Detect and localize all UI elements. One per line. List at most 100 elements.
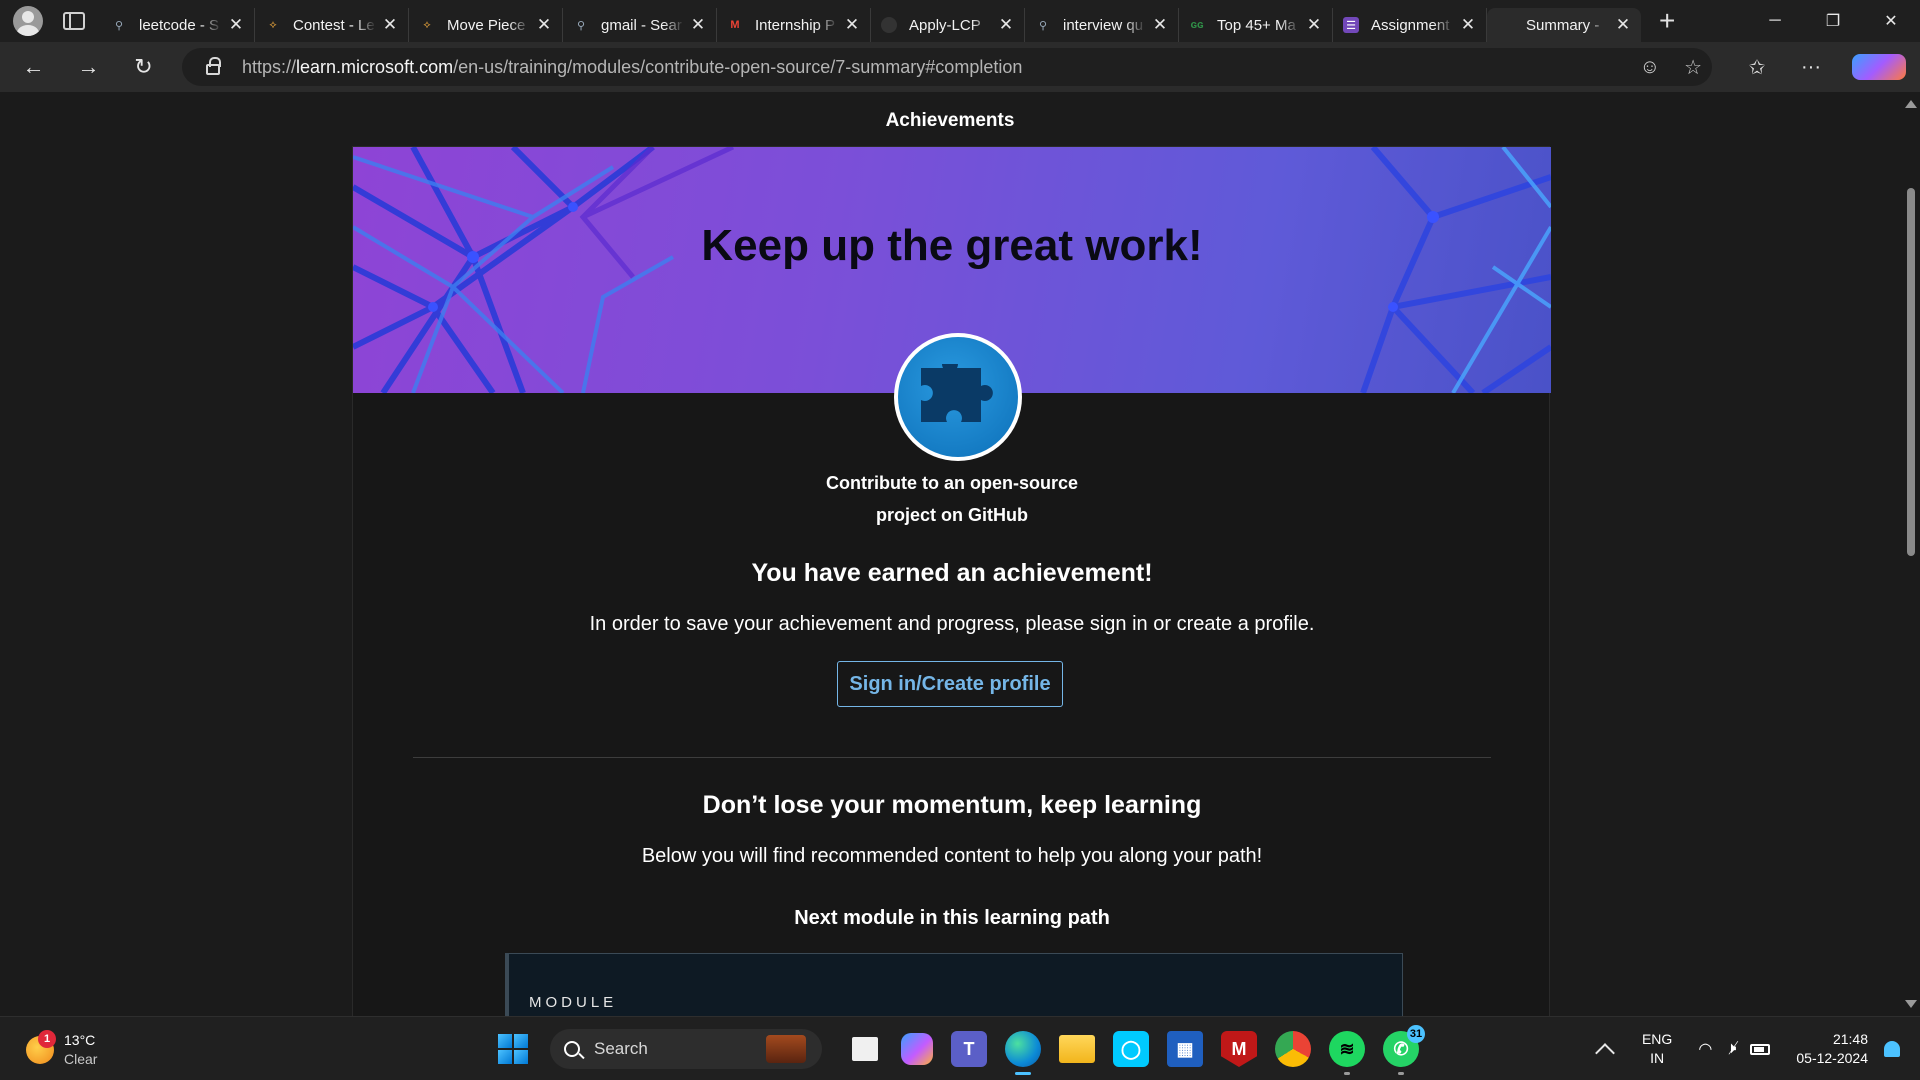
weather-temp: 13°C (64, 1032, 96, 1048)
achievement-card: Keep up the great work! Contribute to an… (352, 146, 1551, 1016)
tab-top-45[interactable]: ɢɢ Top 45+ Ma ✕ (1179, 8, 1333, 42)
whatsapp-icon[interactable]: ✆ 31 (1383, 1025, 1425, 1075)
close-tab-icon[interactable]: ✕ (1152, 15, 1168, 35)
lang-line1: ENG (1641, 1031, 1673, 1047)
new-tab-icon[interactable]: + (1659, 5, 1675, 37)
tab-title: Contest - Le (293, 16, 375, 34)
wifi-icon: ◠ (1698, 1041, 1713, 1058)
close-tab-icon[interactable]: ✕ (690, 15, 706, 35)
system-tray: ENG IN ◠ 🕨̸ 21:48 05-12-2024 (1595, 1017, 1920, 1080)
windows-start-icon[interactable] (498, 1034, 528, 1064)
tab-move-pieces[interactable]: ⟡ Move Piece ✕ (409, 8, 563, 42)
url-text[interactable]: https://learn.microsoft.com/en-us/traini… (242, 57, 1022, 78)
favorite-star-icon[interactable]: ☆ (1684, 55, 1702, 80)
scrollbar-thumb[interactable] (1907, 188, 1915, 556)
tab-list: ⚲ leetcode - S ✕ ⟡ Contest - Le ✕ ⟡ Move… (101, 0, 1641, 42)
lang-line2: IN (1650, 1050, 1665, 1066)
module-name-line1: Contribute to an open-source (826, 473, 1078, 493)
lock-icon[interactable] (206, 57, 221, 75)
file-explorer-icon[interactable] (1059, 1035, 1095, 1063)
close-tab-icon[interactable]: ✕ (844, 15, 860, 35)
gfg-icon: ɢɢ (1190, 19, 1204, 31)
navigation-bar: ← → ↻ https://learn.microsoft.com/en-us/… (0, 42, 1920, 92)
achievement-badge (894, 333, 1022, 461)
weather-widget[interactable]: 1 13°C Clear (26, 1030, 97, 1069)
tab-title: Assignment (1371, 16, 1450, 34)
tab-title: Summary - (1526, 16, 1600, 34)
tab-internship[interactable]: M Internship P ✕ (717, 8, 871, 42)
battery-icon (1750, 1043, 1771, 1055)
profile-avatar-icon[interactable] (13, 6, 43, 36)
tab-title: Internship P (755, 16, 836, 34)
search-icon (564, 1041, 580, 1057)
quick-settings[interactable]: ◠ 🕨̸ (1698, 1039, 1771, 1059)
taskbar-apps: Search T ◯ ▦ M ≋ ✆ 31 (498, 1025, 1428, 1075)
alexa-icon[interactable]: ◯ (1113, 1031, 1149, 1067)
favorites-icon[interactable]: ✩ (1730, 55, 1784, 80)
close-tab-icon[interactable]: ✕ (382, 15, 398, 35)
close-tab-icon[interactable]: ✕ (998, 15, 1014, 35)
weather-text: 13°C Clear (64, 1031, 97, 1069)
clock[interactable]: 21:48 05-12-2024 (1796, 1030, 1868, 1068)
edge-icon[interactable] (1005, 1031, 1041, 1075)
scroll-up-icon[interactable] (1905, 100, 1917, 108)
tab-title: interview qu (1063, 16, 1144, 34)
clock-time: 21:48 (1832, 1031, 1868, 1047)
hero-title: Keep up the great work! (701, 221, 1203, 270)
close-tab-icon[interactable]: ✕ (536, 15, 552, 35)
tab-summary[interactable]: Summary - ✕ (1487, 8, 1641, 42)
forward-icon[interactable]: → (61, 54, 116, 80)
tab-title: leetcode - S (139, 16, 220, 34)
tab-leetcode-search[interactable]: ⚲ leetcode - S ✕ (101, 8, 255, 42)
volume-muted-icon: 🕨̸ (1726, 1040, 1737, 1057)
save-progress-message: In order to save your achievement and pr… (589, 613, 1315, 635)
tab-title: Top 45+ Ma (1217, 16, 1296, 34)
copilot-app-icon[interactable] (901, 1033, 933, 1065)
reading-mode-icon[interactable]: ☺ (1640, 56, 1660, 79)
tab-interview-questions[interactable]: ⚲ interview qu ✕ (1025, 8, 1179, 42)
taskbar-search[interactable]: Search (550, 1029, 822, 1069)
notification-bell-icon[interactable] (1884, 1041, 1900, 1057)
close-tab-icon[interactable]: ✕ (1615, 15, 1631, 35)
puzzle-piece-icon (898, 337, 1018, 457)
close-tab-icon[interactable]: ✕ (1460, 15, 1476, 35)
show-hidden-icons-icon[interactable] (1595, 1043, 1615, 1063)
back-icon[interactable]: ← (6, 54, 61, 80)
sign-in-button[interactable]: Sign in/Create profile (837, 661, 1063, 707)
close-window-icon[interactable]: ✕ (1862, 11, 1920, 31)
tab-gmail-search[interactable]: ⚲ gmail - Sear ✕ (563, 8, 717, 42)
mcafee-icon[interactable]: M (1221, 1031, 1257, 1067)
microsoft-store-icon[interactable]: ▦ (1167, 1031, 1203, 1067)
leetcode-icon: ⟡ (423, 18, 431, 31)
more-options-icon[interactable]: ··· (1784, 56, 1838, 79)
language-indicator[interactable]: ENG IN (1642, 1030, 1672, 1068)
weather-sun-icon: 1 (26, 1030, 56, 1064)
chrome-icon[interactable] (1275, 1031, 1311, 1067)
close-tab-icon[interactable]: ✕ (1306, 15, 1322, 35)
next-module-card[interactable]: MODULE (505, 953, 1403, 1016)
taskbar: 1 13°C Clear Search T ◯ ▦ M ≋ ✆ 31 ENG I… (0, 1016, 1920, 1080)
close-tab-icon[interactable]: ✕ (228, 15, 244, 35)
address-bar[interactable]: https://learn.microsoft.com/en-us/traini… (182, 48, 1712, 86)
restore-icon[interactable]: ❐ (1804, 11, 1862, 31)
whatsapp-count-badge: 31 (1407, 1025, 1425, 1043)
scroll-down-icon[interactable] (1905, 1000, 1917, 1008)
teams-icon[interactable]: T (951, 1031, 987, 1067)
tab-apply-lcp[interactable]: Apply-LCP ✕ (871, 8, 1025, 42)
tab-assignment[interactable]: ☰ Assignment ✕ (1333, 8, 1487, 42)
copilot-icon[interactable] (1852, 54, 1906, 80)
achievements-heading: Achievements (885, 110, 1015, 131)
tab-contest[interactable]: ⟡ Contest - Le ✕ (255, 8, 409, 42)
search-highlight-image (766, 1035, 806, 1063)
task-view-icon[interactable] (852, 1037, 878, 1061)
leetcode-icon: ⟡ (269, 18, 277, 31)
github-icon (881, 17, 897, 33)
tab-title: Move Piece (447, 16, 526, 34)
refresh-icon[interactable]: ↻ (116, 54, 171, 80)
spotify-icon[interactable]: ≋ (1329, 1031, 1365, 1075)
minimize-icon[interactable]: ─ (1746, 12, 1804, 30)
page-scrollbar[interactable] (1900, 92, 1920, 1016)
module-name: Contribute to an open-source project on … (353, 467, 1551, 531)
tab-actions-icon[interactable] (63, 12, 85, 30)
module-card-label: MODULE (529, 994, 618, 1011)
